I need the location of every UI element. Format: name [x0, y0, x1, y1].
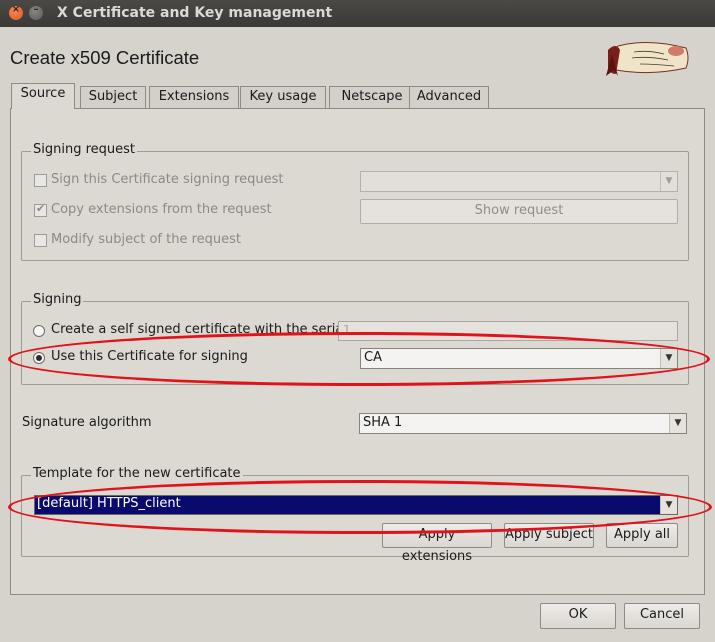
use-cert-label: Use this Certificate for signing — [51, 349, 248, 364]
ok-button[interactable]: OK — [540, 603, 616, 629]
chevron-down-icon: ▼ — [660, 349, 677, 368]
serial-field[interactable]: 1 — [338, 321, 678, 341]
source-tab-pane: Signing request Sign this Certificate si… — [10, 108, 705, 595]
tab-key-usage[interactable]: Key usage — [240, 86, 326, 108]
self-signed-radio[interactable] — [33, 325, 45, 337]
checkmark-icon: ✔ — [36, 202, 46, 215]
chevron-down-icon: ▼ — [660, 172, 677, 191]
signing-title: Signing — [31, 292, 84, 307]
radio-selected-dot — [36, 355, 42, 361]
ca-select-value: CA — [364, 350, 382, 365]
ca-select[interactable]: CA ▼ — [360, 348, 678, 369]
cancel-button[interactable]: Cancel — [624, 603, 700, 629]
use-cert-radio[interactable] — [33, 352, 45, 364]
signature-algorithm-value: SHA 1 — [363, 415, 403, 430]
request-select[interactable]: ▼ — [360, 171, 678, 192]
copy-extensions-checkbox[interactable]: ✔ — [34, 202, 47, 217]
dialog-header: Create x509 Certificate — [0, 27, 715, 85]
template-select-value: [default] HTTPS_client — [37, 496, 181, 511]
signature-algorithm-label: Signature algorithm — [22, 415, 152, 430]
serial-value: 1 — [343, 323, 351, 337]
tab-source[interactable]: Source — [11, 83, 75, 109]
apply-all-button[interactable]: Apply all — [606, 523, 678, 548]
self-signed-label: Create a self signed certificate with th… — [51, 322, 347, 337]
sign-csr-checkbox[interactable] — [34, 174, 47, 187]
template-group: Template for the new certificate [defaul… — [21, 466, 689, 564]
signature-algorithm-select[interactable]: SHA 1 ▼ — [359, 413, 687, 434]
page-title: Create x509 Certificate — [10, 47, 200, 68]
tab-advanced[interactable]: Advanced — [409, 86, 489, 108]
apply-subject-button[interactable]: Apply subject — [504, 523, 594, 548]
signing-request-title: Signing request — [31, 142, 138, 157]
chevron-down-icon: ▼ — [669, 414, 686, 433]
window-titlebar: × – X Certificate and Key management — [0, 0, 715, 27]
signing-request-group: Signing request Sign this Certificate si… — [21, 142, 689, 261]
show-request-button[interactable]: Show request — [360, 199, 678, 224]
tab-extensions[interactable]: Extensions — [149, 86, 239, 108]
tab-subject[interactable]: Subject — [80, 86, 146, 108]
template-title: Template for the new certificate — [31, 466, 243, 481]
modify-subject-label: Modify subject of the request — [51, 232, 242, 247]
window-title: X Certificate and Key management — [57, 5, 333, 21]
minimize-icon[interactable]: – — [29, 4, 43, 20]
close-icon[interactable]: × — [9, 4, 23, 20]
logo-scroll-icon — [606, 41, 689, 76]
copy-extensions-label: Copy extensions from the request — [51, 202, 272, 217]
chevron-down-icon: ▼ — [660, 496, 677, 514]
signing-group: Signing Create a self signed certificate… — [21, 292, 689, 385]
modify-subject-checkbox[interactable] — [34, 234, 47, 247]
sign-csr-label: Sign this Certificate signing request — [51, 172, 284, 187]
tab-netscape[interactable]: Netscape — [329, 86, 415, 108]
apply-extensions-button[interactable]: Apply extensions — [382, 523, 492, 564]
template-select[interactable]: [default] HTTPS_client ▼ — [34, 495, 678, 515]
